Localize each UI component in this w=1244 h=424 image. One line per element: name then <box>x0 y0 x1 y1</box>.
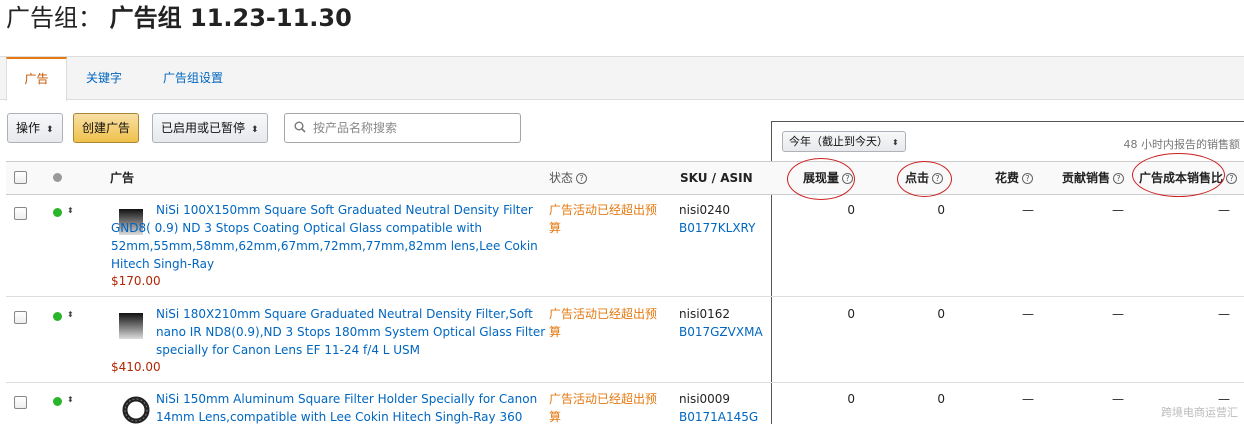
sales-value: — <box>1112 203 1124 217</box>
status-filter-label: 已启用或已暂停 <box>161 121 246 135</box>
tab-ad-group-settings[interactable]: 广告组设置 <box>163 57 223 100</box>
select-all-checkbox[interactable] <box>14 171 27 184</box>
updown-caret-icon[interactable]: ⬍ <box>67 206 74 215</box>
green-dot-icon <box>53 312 62 321</box>
status-text: 广告活动已经超出预算 <box>549 392 658 424</box>
column-sku-asin: SKU / ASIN <box>680 171 753 185</box>
product-name-link[interactable]: NiSi 150mm Aluminum Square Filter Holder… <box>156 390 546 424</box>
ad-group-name: 广告组 11.23-11.30 <box>109 4 352 32</box>
acos-value: — <box>1218 307 1230 321</box>
table-row: ⬍ NiSi 150mm Aluminum Square Filter Hold… <box>6 383 1244 424</box>
table-header: 广告 状态? SKU / ASIN 展现量? 点击? 花费? 贡献销售? 广告成… <box>6 161 1244 195</box>
watermark: 跨境电商运营汇 <box>1161 406 1238 419</box>
column-sales[interactable]: 贡献销售? <box>1062 162 1125 194</box>
date-range-label: 今年（截止到今天） <box>789 135 888 148</box>
asin-link[interactable]: B0171A145G <box>679 408 758 424</box>
sku-asin: nisi0009 B0171A145G <box>679 390 758 424</box>
product-name: NiSi 150mm Aluminum Square Filter Holder… <box>156 392 538 424</box>
column-spend[interactable]: 花费? <box>995 162 1034 194</box>
sku: nisi0162 <box>679 307 731 321</box>
row-checkbox[interactable] <box>14 396 27 409</box>
product-name-link[interactable]: NiSi 180X210mm Square Graduated Neutral … <box>156 305 546 359</box>
row-checkbox[interactable] <box>14 207 27 220</box>
clicks-value: 0 <box>937 392 945 406</box>
tab-keywords[interactable]: 关键字 <box>86 57 122 100</box>
spend-value: — <box>1022 307 1034 321</box>
product-price: $410.00 <box>111 360 161 374</box>
annotation-circle-acos <box>1132 153 1225 197</box>
spend-value: — <box>1022 392 1034 406</box>
acos-value: — <box>1218 203 1230 217</box>
annotation-circle-clicks <box>897 161 952 197</box>
status-filter-dropdown[interactable]: 已启用或已暂停 ⬍ <box>152 113 268 143</box>
green-dot-icon <box>53 208 62 217</box>
green-dot-icon <box>53 397 62 406</box>
sku: nisi0009 <box>679 392 731 406</box>
updown-caret-icon: ⬍ <box>892 138 899 147</box>
table-row: ⬍ NiSi 180X210mm Square Graduated Neutra… <box>6 297 1244 383</box>
page-title: 广告组： 广告组 11.23-11.30 <box>6 2 352 34</box>
impressions-value: 0 <box>847 307 855 321</box>
annotation-circle-impressions <box>787 158 855 200</box>
product-search <box>284 113 521 143</box>
updown-caret-icon: ⬍ <box>251 125 259 135</box>
clicks-value: 0 <box>937 307 945 321</box>
column-status-label: 状态 <box>549 171 574 185</box>
sales-value: — <box>1112 307 1124 321</box>
date-range-dropdown[interactable]: 今年（截止到今天） ⬍ <box>782 131 906 152</box>
status-text: 广告活动已经超出预算 <box>549 203 658 235</box>
impressions-value: 0 <box>847 203 855 217</box>
tab-ads[interactable]: 广告 <box>6 57 67 101</box>
sales-value: — <box>1112 392 1124 406</box>
column-sales-label: 贡献销售 <box>1062 171 1111 185</box>
product-thumbnail <box>119 313 143 339</box>
asin-link[interactable]: B017GZVXMA <box>679 323 763 341</box>
clicks-value: 0 <box>937 203 945 217</box>
question-circle-icon[interactable]: ? <box>1113 173 1125 184</box>
sku: nisi0240 <box>679 203 731 217</box>
updown-caret-icon[interactable]: ⬍ <box>67 310 74 319</box>
actions-label: 操作 <box>16 121 41 135</box>
actions-dropdown[interactable]: 操作 ⬍ <box>7 113 63 143</box>
impressions-value: 0 <box>847 392 855 406</box>
page-title-prefix: 广告组： <box>6 4 102 32</box>
table-row: ⬍ NiSi 100X150mm Square Soft Graduated N… <box>6 195 1244 297</box>
tab-bar: 广告 关键字 广告组设置 <box>0 56 1244 101</box>
updown-caret-icon[interactable]: ⬍ <box>67 395 74 404</box>
report-note: 48 小时内报告的销售额 <box>1123 138 1241 151</box>
product-name: NiSi 100X150mm Square Soft Graduated Neu… <box>111 203 538 271</box>
product-name-link[interactable]: NiSi 100X150mm Square Soft Graduated Neu… <box>111 201 541 273</box>
column-status: 状态? <box>549 162 588 194</box>
filter-holder-thumbnail <box>122 396 150 424</box>
search-icon <box>294 121 306 133</box>
asin-link[interactable]: B0177KLXRY <box>679 219 755 237</box>
create-ad-label: 创建广告 <box>82 121 131 135</box>
search-input[interactable] <box>313 114 513 142</box>
question-circle-icon[interactable]: ? <box>1226 173 1238 184</box>
create-ad-button[interactable]: 创建广告 <box>73 113 140 143</box>
column-ad: 广告 <box>110 171 135 185</box>
status-text: 广告活动已经超出预算 <box>549 307 658 339</box>
question-circle-icon[interactable]: ? <box>576 173 588 184</box>
status-dot-icon <box>53 173 62 182</box>
updown-caret-icon: ⬍ <box>46 125 54 135</box>
column-spend-label: 花费 <box>995 171 1020 185</box>
row-checkbox[interactable] <box>14 311 27 324</box>
spend-value: — <box>1022 203 1034 217</box>
product-price: $170.00 <box>111 274 161 288</box>
sku-asin: nisi0162 B017GZVXMA <box>679 305 763 341</box>
sku-asin: nisi0240 B0177KLXRY <box>679 201 755 237</box>
product-name: NiSi 180X210mm Square Graduated Neutral … <box>156 307 546 357</box>
question-circle-icon[interactable]: ? <box>1022 173 1034 184</box>
